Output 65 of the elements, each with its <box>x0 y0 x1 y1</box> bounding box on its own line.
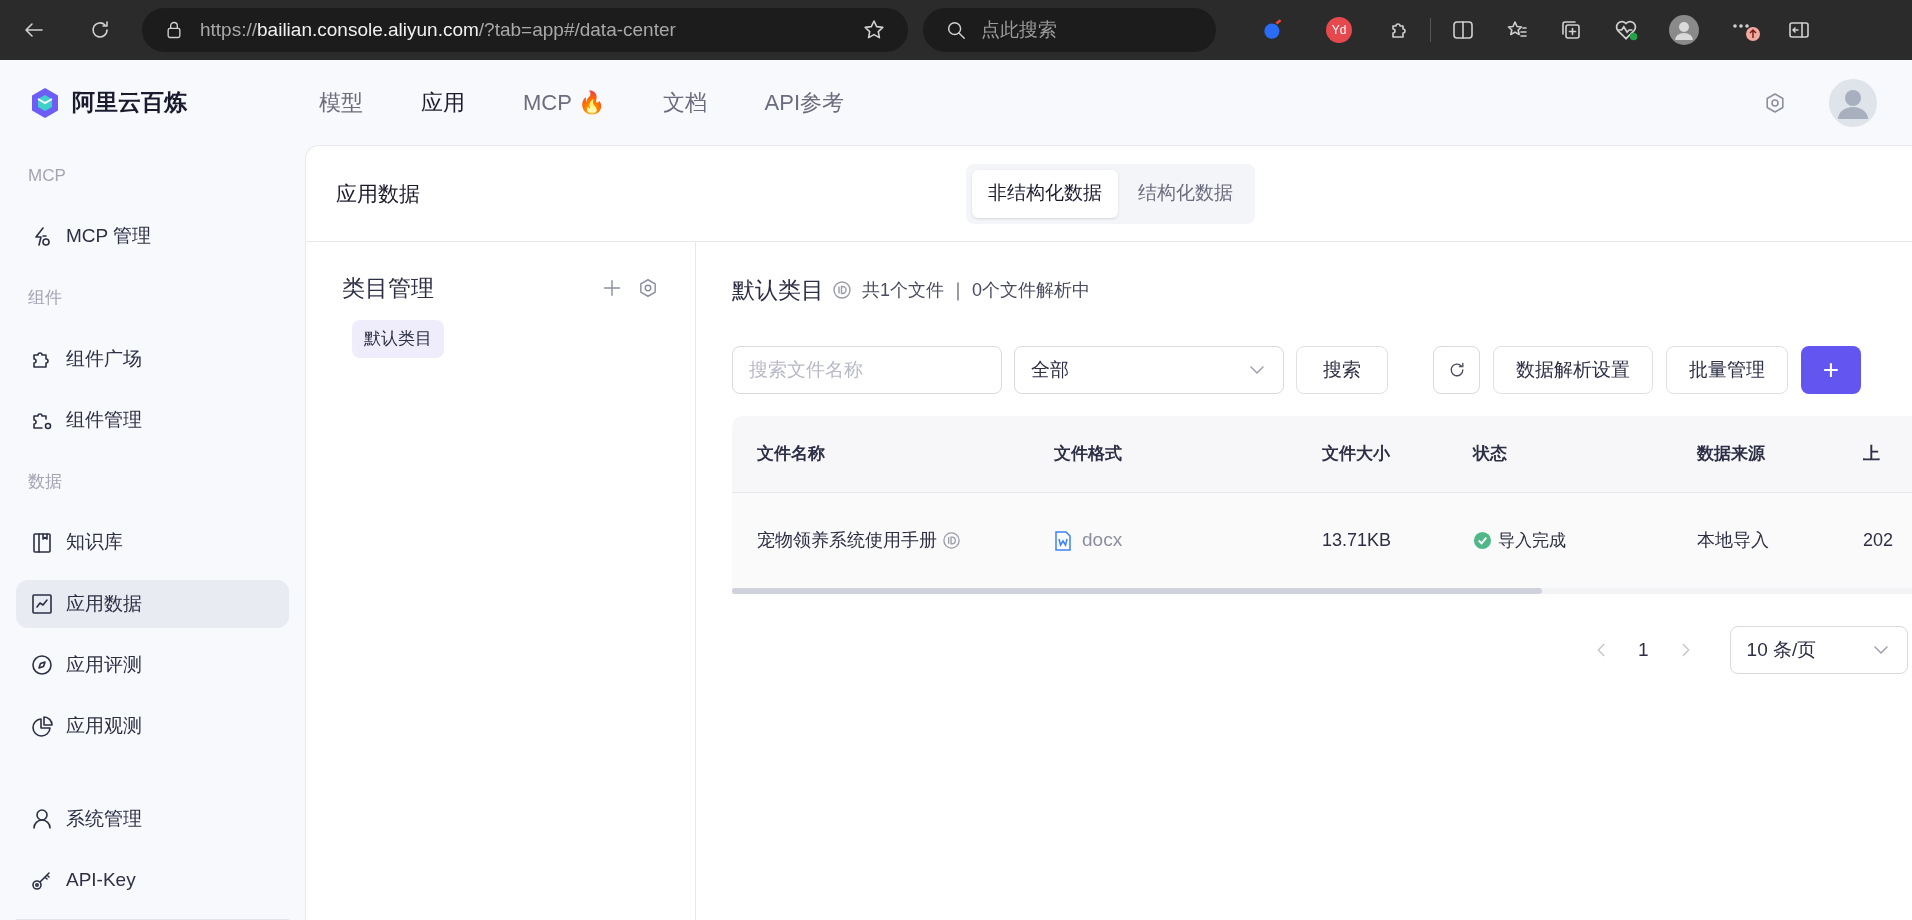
table-cell-text: 202 <box>1863 529 1894 552</box>
table-cell-text: 本地导入 <box>1697 529 1769 552</box>
id-icon[interactable] <box>942 531 961 550</box>
column-header: 文件名称 <box>756 443 826 466</box>
address-bar[interactable]: https://bailian.console.aliyun.com/?tab=app#/data-center <box>142 8 908 52</box>
table-cell-text: 13.71KB <box>1322 529 1392 552</box>
search-input[interactable]: 搜索文件名称 <box>732 346 1002 394</box>
sidebar-item[interactable]: 应用观测 <box>16 702 289 751</box>
settings-icon[interactable] <box>637 277 659 299</box>
nav-tab[interactable]: 模型 <box>319 86 363 119</box>
status-dropdown[interactable]: 全部 <box>1014 346 1284 394</box>
check-circle-icon <box>1473 531 1492 550</box>
settings-icon[interactable] <box>1763 90 1787 115</box>
user-icon <box>30 806 54 831</box>
sidebar-item[interactable]: 系统管理 <box>16 795 289 843</box>
book-icon <box>30 530 54 555</box>
line-chart-icon <box>30 591 54 616</box>
category-title: 类目管理 <box>342 273 434 303</box>
table-cell[interactable]: 宠物领养系统使用手册 <box>757 527 937 554</box>
search-button[interactable]: 搜索 <box>1296 346 1388 394</box>
category-heading: 默认类目 <box>732 275 824 305</box>
column-header: 文件格式 <box>1053 443 1123 466</box>
page-size-select[interactable]: 10 条/页 <box>1729 626 1908 674</box>
column-header: 状态 <box>1471 443 1508 466</box>
column-header: 文件大小 <box>1321 443 1391 466</box>
column-header: 数据来源 <box>1696 443 1766 466</box>
nav-tab[interactable]: API参考 <box>764 86 845 119</box>
section-heading: 组件 <box>27 287 63 309</box>
toolbar-button[interactable]: 数据解析设置 <box>1493 346 1653 394</box>
segment-tab[interactable]: 非结构化数据 <box>972 169 1118 218</box>
pie-chart-icon <box>30 714 54 739</box>
sidebar-item[interactable]: MCP 管理 <box>16 212 289 261</box>
split-screen-icon[interactable] <box>1451 18 1475 42</box>
document-icon <box>1054 530 1072 551</box>
toolbar-button[interactable]: 批量管理 <box>1666 346 1788 394</box>
segment-tab[interactable]: 结构化数据 <box>1122 169 1249 218</box>
status-text: 导入完成 <box>1498 529 1566 552</box>
sidebar-item[interactable]: 组件广场 <box>16 335 289 383</box>
brand-name[interactable]: 阿里云百炼 <box>72 85 187 120</box>
sidebar-item[interactable]: 组件管理 <box>16 396 289 444</box>
sidebar-item[interactable]: API-Key <box>16 856 289 905</box>
add-button[interactable]: + <box>1801 346 1861 394</box>
section-heading: MCP <box>27 164 67 187</box>
file-summary: 共1个文件 ｜ 0个文件解析中 <box>862 278 1091 303</box>
scrollbar-thumb[interactable] <box>732 588 1542 594</box>
nav-tab[interactable]: 文档 <box>662 86 707 119</box>
sidebar-item[interactable]: 应用评测 <box>16 641 289 689</box>
search-field[interactable]: 点此搜索 <box>923 8 1216 52</box>
panel-title: 应用数据 <box>336 180 420 207</box>
column-header: 上 <box>1862 443 1881 466</box>
sidebar-item[interactable]: 知识库 <box>16 518 289 567</box>
id-icon[interactable] <box>832 280 852 300</box>
page-number[interactable]: 1 <box>1638 635 1649 665</box>
url-text: https://bailian.console.aliyun.com/?tab=app#/data-center <box>200 17 676 42</box>
search-icon <box>945 19 967 41</box>
compass-icon <box>30 653 54 678</box>
nav-tab[interactable]: MCP 🔥 <box>523 86 605 119</box>
table-cell-text: docx <box>1082 528 1123 553</box>
category-tag[interactable]: 默认类目 <box>352 320 444 358</box>
collections-icon[interactable] <box>1559 18 1583 42</box>
profile-avatar-icon[interactable] <box>1669 15 1699 45</box>
nav-tab[interactable]: 应用 <box>421 86 465 119</box>
sidebar-item[interactable]: 应用数据 <box>16 580 289 628</box>
section-heading: 数据 <box>27 470 63 493</box>
extension-badge[interactable]: Yd <box>1326 17 1352 43</box>
